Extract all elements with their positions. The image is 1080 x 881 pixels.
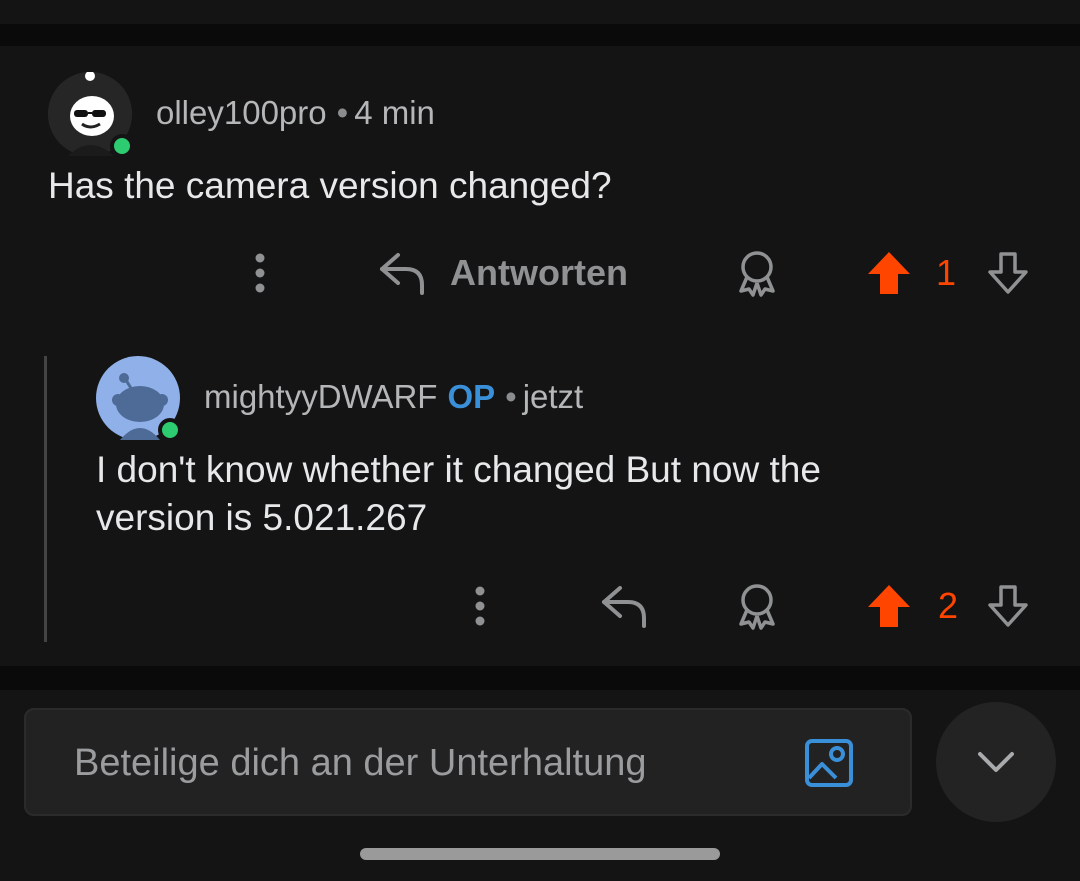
downvote-arrow-icon [988, 585, 1028, 627]
op-badge: OP [447, 378, 496, 415]
vote-score: 1 [928, 243, 964, 303]
reply-arrow-icon [380, 253, 424, 295]
more-options-button[interactable] [456, 576, 504, 636]
downvote-button[interactable] [984, 576, 1032, 636]
comment-timestamp: 4 min [354, 94, 435, 131]
more-vertical-icon [255, 253, 265, 293]
more-vertical-icon [475, 586, 485, 626]
vote-score-value: 2 [937, 585, 959, 626]
comment-body-line: I don't know whether it changed But now … [96, 449, 821, 490]
upvote-arrow-icon [868, 585, 910, 627]
comment-input-placeholder: Beteilige dich an der Unterhaltung [74, 742, 647, 784]
reply-arrow-icon [602, 586, 646, 628]
meta-separator: • [336, 94, 349, 131]
home-indicator[interactable] [360, 848, 720, 860]
comment-body-line: Has the camera version changed? [48, 165, 612, 206]
award-button[interactable] [730, 576, 784, 636]
avatar[interactable] [48, 71, 134, 158]
downvote-arrow-icon [988, 252, 1028, 294]
meta-separator: • [505, 378, 517, 415]
upvote-arrow-icon [868, 252, 910, 294]
reply-button[interactable] [598, 576, 650, 636]
online-status-indicator [158, 418, 182, 442]
reply-button[interactable]: Antworten [378, 243, 658, 303]
reply-button-label: Antworten [450, 252, 628, 293]
image-upload-icon [805, 739, 853, 787]
comment-body: Has the camera version changed? [48, 162, 1038, 210]
comment-thread: olley100pro • 4 min Has the camera version… [0, 46, 1080, 666]
vote-score: 2 [928, 576, 968, 636]
image-upload-button[interactable] [804, 738, 854, 788]
avatar[interactable] [96, 356, 182, 442]
top-strip [0, 0, 1080, 24]
vote-score-value: 1 [935, 252, 957, 293]
online-status-indicator [110, 134, 134, 158]
composer-bar: Beteilige dich an der Unterhaltung [0, 690, 1080, 881]
downvote-button[interactable] [984, 243, 1032, 303]
comment-body-line: version is 5.021.267 [96, 497, 428, 538]
top-divider [0, 24, 1080, 46]
comment-meta: mightyyDWARF OP • jetzt [204, 378, 583, 416]
comment-meta: olley100pro • 4 min [156, 94, 435, 132]
comment-body: I don't know whether it changed But now … [96, 446, 1046, 542]
chevron-down-icon [978, 752, 1014, 772]
award-ribbon-icon [739, 584, 775, 630]
collapse-button[interactable] [936, 702, 1056, 822]
username-link[interactable]: olley100pro [156, 94, 327, 131]
comment-input[interactable]: Beteilige dich an der Unterhaltung [24, 708, 912, 816]
comment-timestamp: jetzt [522, 378, 584, 415]
comment-actions: 2 [0, 576, 1080, 636]
upvote-button[interactable] [864, 243, 914, 303]
more-options-button[interactable] [236, 243, 284, 303]
comment-actions: Antworten 1 [0, 243, 1080, 303]
bottom-divider [0, 666, 1080, 690]
award-ribbon-icon [739, 251, 775, 297]
username-link[interactable]: mightyyDWARF [204, 378, 437, 415]
award-button[interactable] [730, 243, 784, 303]
upvote-button[interactable] [864, 576, 914, 636]
